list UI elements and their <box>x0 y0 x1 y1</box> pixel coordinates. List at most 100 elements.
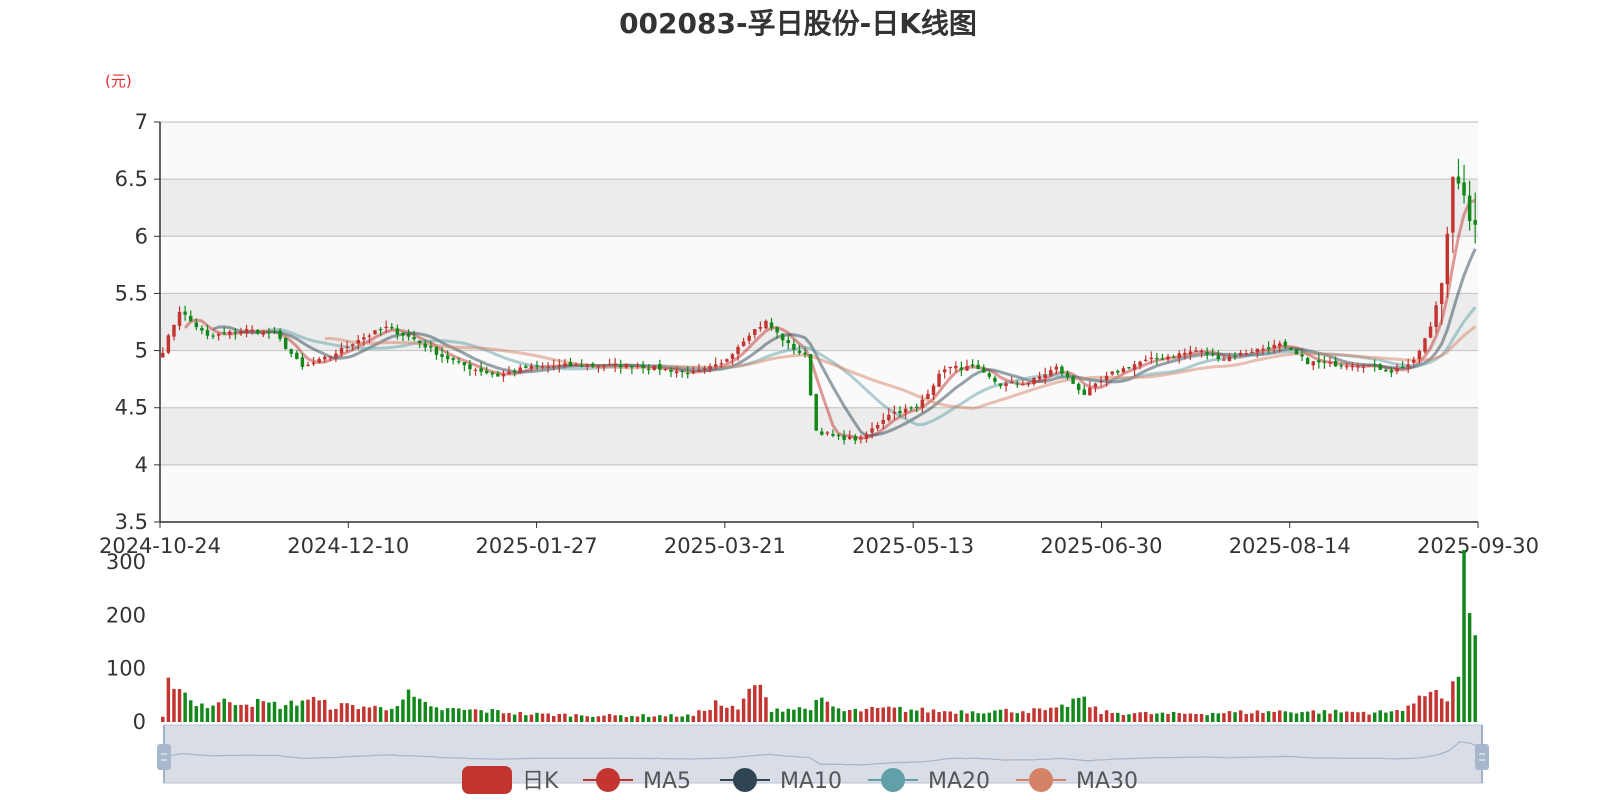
volume-bar <box>518 711 522 722</box>
price-y-tick-label: 7 <box>135 110 148 134</box>
volume-bar <box>1009 712 1014 722</box>
candle-body <box>317 358 321 363</box>
volume-bar <box>1412 703 1416 722</box>
volume-bar <box>1227 711 1232 722</box>
grid-band <box>160 236 1478 294</box>
volume-bar <box>713 700 718 722</box>
candle-body <box>1372 363 1377 366</box>
volume-bar <box>401 699 405 722</box>
candle-body <box>1289 347 1293 350</box>
volume-bar <box>674 716 679 722</box>
volume-bar <box>1032 708 1036 722</box>
volume-bar <box>1400 710 1405 722</box>
candle-body <box>256 330 260 334</box>
volume-bar <box>853 708 858 722</box>
volume-bar <box>764 697 768 722</box>
candle-body <box>1378 364 1382 370</box>
candle-body <box>507 371 511 375</box>
candle-body <box>1261 348 1265 350</box>
candle-body <box>1015 383 1019 385</box>
volume-bar <box>462 709 467 722</box>
candle-body <box>1188 351 1193 355</box>
candle-body <box>378 329 383 331</box>
candle-body <box>1244 353 1248 355</box>
candle-body <box>1026 383 1031 385</box>
candle-body <box>1423 338 1427 352</box>
zoom-handle-right[interactable] <box>1475 744 1489 770</box>
candle-body <box>272 331 277 333</box>
volume-bar <box>524 715 528 722</box>
volume-bar <box>1250 713 1254 722</box>
candle-body <box>1400 366 1405 369</box>
volume-bar <box>898 706 902 722</box>
candle-body <box>334 353 338 357</box>
volume-bar <box>440 710 444 722</box>
zoom-handle-left[interactable] <box>157 744 171 770</box>
candle-body <box>434 346 439 355</box>
volume-bar <box>350 705 355 722</box>
volume-bar <box>1467 613 1472 722</box>
volume-bar <box>295 705 299 722</box>
candle-body <box>1004 383 1008 387</box>
candle-body <box>669 369 673 372</box>
volume-bar <box>591 716 595 722</box>
candle-body <box>942 369 947 373</box>
volume-bar <box>836 708 841 722</box>
volume-bar <box>529 714 534 722</box>
volume-bar <box>1088 707 1092 722</box>
candle-body <box>311 362 316 365</box>
candle-body <box>585 365 589 367</box>
volume-bar <box>1445 701 1450 722</box>
candle-body <box>1166 356 1170 360</box>
volume-bar <box>233 705 238 722</box>
candle-body <box>803 352 807 355</box>
volume-bar <box>1289 712 1293 722</box>
candle-body <box>982 367 986 373</box>
volume-bar <box>1026 713 1031 722</box>
candle-body <box>183 311 187 315</box>
candle-body <box>792 343 796 350</box>
volume-bar <box>730 705 735 722</box>
volume-bar <box>658 715 662 722</box>
candle-body <box>1300 354 1304 357</box>
volume-bar <box>1043 710 1047 722</box>
volume-bar <box>406 689 411 722</box>
volume-bar <box>244 704 249 722</box>
volume-bar <box>831 706 835 722</box>
candle-body <box>859 437 863 440</box>
candle-body <box>1110 371 1114 375</box>
volume-bar <box>1222 713 1226 722</box>
volume-bar <box>334 708 338 722</box>
volume-bar <box>512 714 517 722</box>
volume-y-tick-label: 0 <box>133 710 146 734</box>
volume-bar <box>1322 710 1327 722</box>
volume-bar <box>725 707 729 722</box>
volume-bar <box>1456 676 1461 722</box>
candle-body <box>529 365 534 369</box>
volume-bar <box>1339 712 1343 722</box>
volume-bar <box>1149 714 1154 722</box>
volume-bar <box>1266 711 1271 722</box>
candle-body <box>713 364 718 367</box>
volume-bar <box>915 710 919 722</box>
volume-bar <box>741 698 746 722</box>
volume-bar <box>680 716 684 722</box>
volume-bar <box>814 699 818 722</box>
volume-bar <box>607 714 612 722</box>
candle-body <box>423 343 428 348</box>
volume-bar <box>306 699 310 722</box>
volume-bar <box>468 709 472 722</box>
candle-body <box>652 365 656 370</box>
candle-body <box>384 326 388 329</box>
candle-body <box>429 346 433 348</box>
candle-body <box>267 332 271 334</box>
volume-bar <box>1166 714 1170 722</box>
candle-body <box>1099 381 1103 383</box>
candle-body <box>881 419 885 424</box>
candle-body <box>1205 352 1209 355</box>
candle-body <box>356 340 360 344</box>
volume-bar <box>1004 708 1008 722</box>
candle-body <box>825 432 830 434</box>
candle-body <box>200 327 204 331</box>
candle-body <box>970 364 975 367</box>
